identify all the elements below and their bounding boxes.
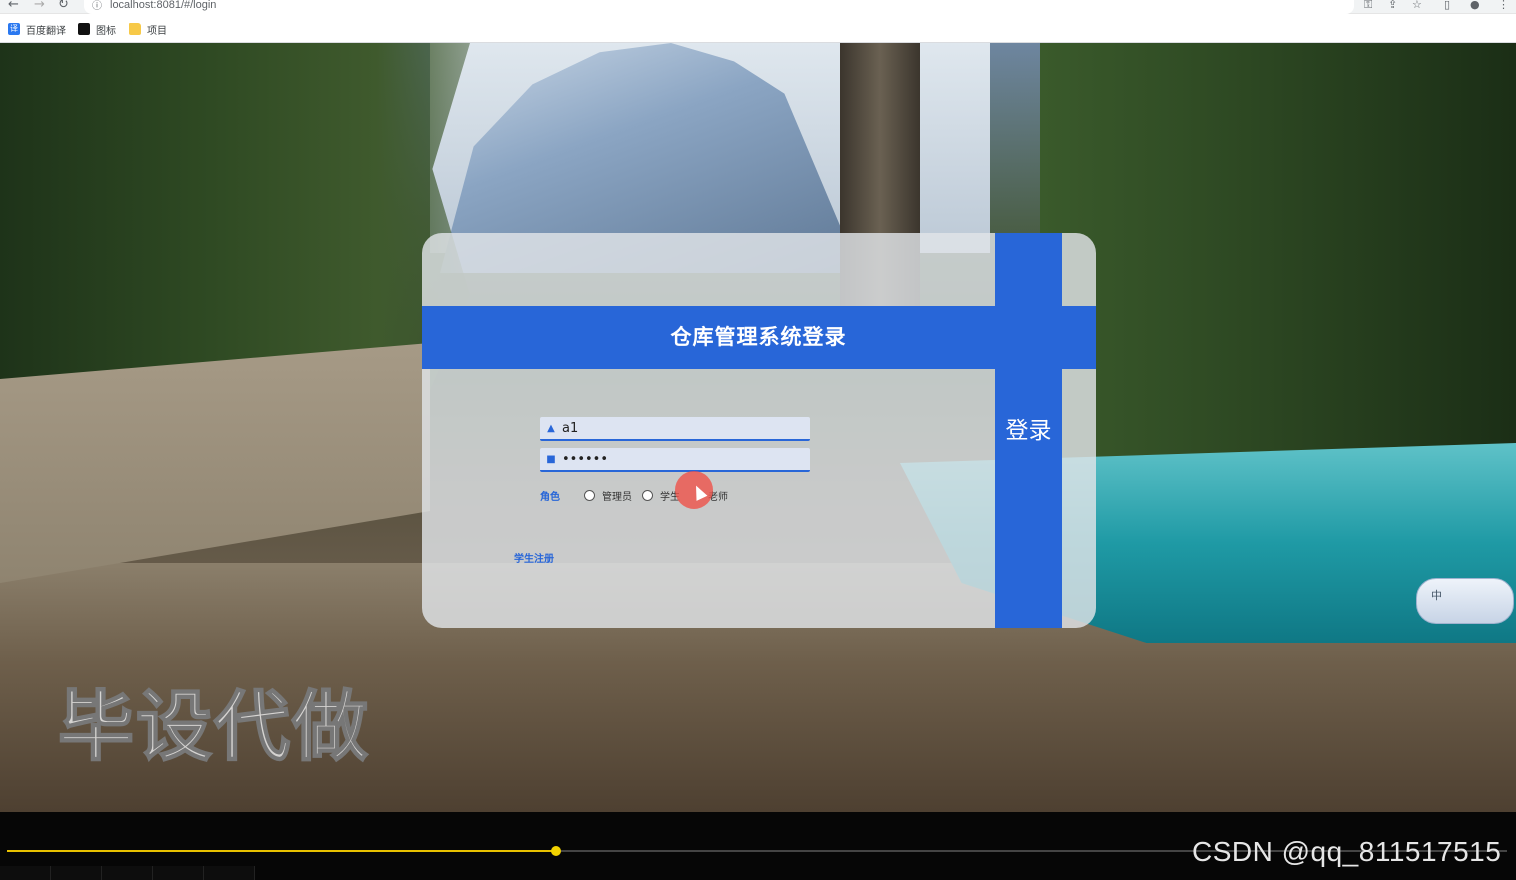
role-label: 角色 — [540, 491, 560, 503]
trail — [0, 343, 430, 583]
player-controls — [0, 866, 255, 880]
player-control-button[interactable] — [204, 866, 255, 880]
bookmarks-bar: 译 百度翻译 图标 项目 — [0, 14, 1516, 43]
url-text: localhost:8081/#/login — [110, 0, 217, 11]
bookmark-label: 项目 — [147, 25, 167, 37]
password-field[interactable]: ■ — [540, 448, 810, 472]
watermark-text: 毕设代做 — [57, 681, 370, 772]
username-field[interactable]: ▲ — [540, 417, 810, 441]
user-icon: ▲ — [547, 422, 555, 434]
username-input[interactable] — [562, 420, 792, 436]
bookmark-label: 百度翻译 — [26, 25, 66, 37]
video-player-bar: CSDN @qq_811517515 — [0, 812, 1516, 880]
ime-toolbar[interactable]: 中 — [1416, 578, 1514, 624]
radio-button[interactable] — [642, 489, 653, 501]
key-icon[interactable]: ⚿ — [1364, 0, 1372, 12]
login-button[interactable]: 登录 — [995, 403, 1062, 459]
translate-icon: 译 — [8, 23, 20, 35]
progress-fill — [7, 850, 556, 852]
star-icon[interactable]: ☆ — [1412, 0, 1422, 12]
reload-icon[interactable]: ↻ — [58, 0, 69, 12]
player-control-button[interactable] — [51, 866, 102, 880]
csdn-credit: CSDN @qq_811517515 — [1192, 836, 1502, 867]
login-card: 仓库管理系统登录 登录 ▲ ■ 角色 管理员 学生 老师 学生注册 — [422, 233, 1096, 628]
bookmark-icons[interactable]: 图标 — [78, 22, 116, 37]
forward-icon[interactable]: → — [34, 0, 45, 12]
bookmark-label: 图标 — [96, 25, 116, 37]
player-control-button[interactable] — [0, 866, 51, 880]
folder-icon — [129, 23, 141, 35]
browser-toolbar: ← → ↻ ⓘ localhost:8081/#/login ⚿ ⇪ ☆ ▯ ●… — [0, 0, 1516, 14]
back-icon[interactable]: ← — [8, 0, 19, 12]
player-control-button[interactable] — [153, 866, 204, 880]
student-register-link[interactable]: 学生注册 — [514, 550, 554, 565]
share-icon[interactable]: ⇪ — [1388, 0, 1397, 12]
site-info-icon[interactable]: ⓘ — [92, 1, 102, 13]
radio-button[interactable] — [584, 489, 595, 501]
progress-thumb[interactable] — [551, 846, 561, 856]
image-icon — [78, 23, 90, 35]
bookmark-project[interactable]: 项目 — [129, 22, 167, 37]
radio-label: 管理员 — [602, 491, 632, 503]
password-input[interactable] — [562, 451, 792, 467]
ime-mode-label: 中 — [1431, 589, 1442, 602]
sidepanel-icon[interactable]: ▯ — [1444, 0, 1450, 12]
lock-icon: ■ — [546, 453, 556, 465]
menu-icon[interactable]: ⋮ — [1498, 0, 1509, 12]
profile-icon[interactable]: ● — [1470, 0, 1480, 12]
bookmark-translate[interactable]: 译 百度翻译 — [8, 22, 66, 37]
player-control-button[interactable] — [102, 866, 153, 880]
address-bar[interactable]: ⓘ localhost:8081/#/login — [84, 0, 1354, 14]
role-radio-admin[interactable]: 管理员 — [584, 488, 632, 503]
forest-right — [1040, 43, 1516, 463]
